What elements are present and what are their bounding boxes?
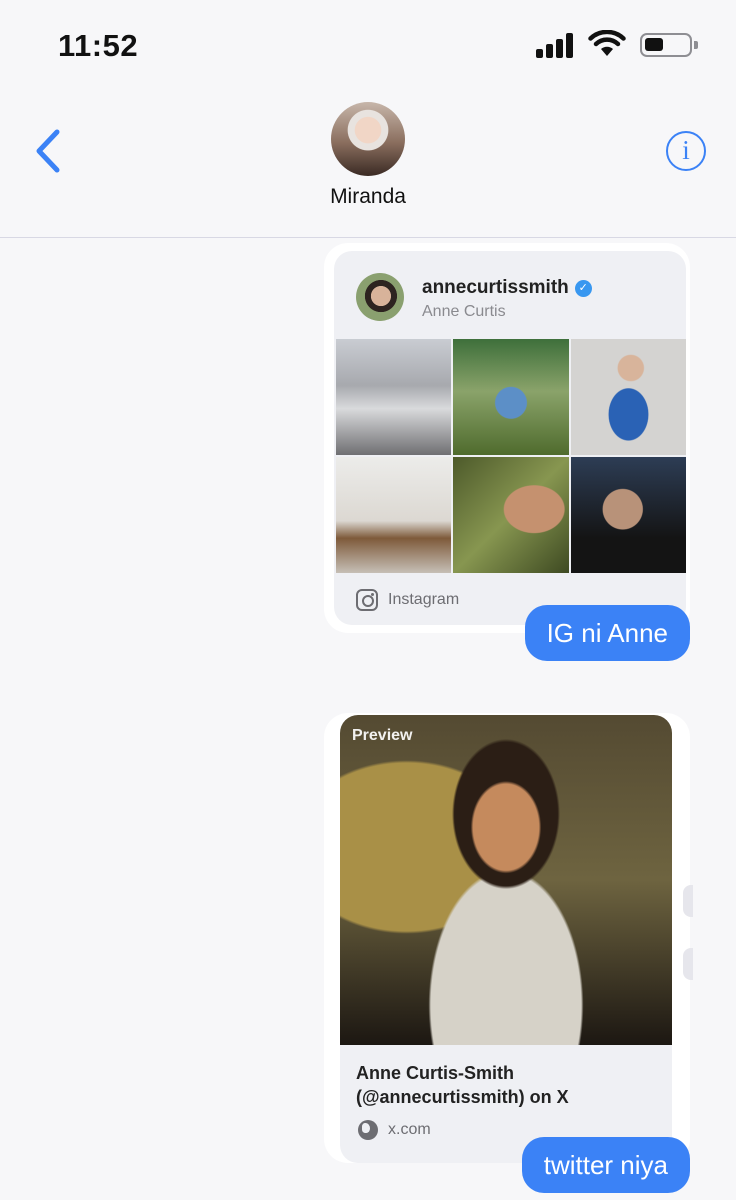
status-bar: 11:52 (0, 0, 736, 90)
link-source-label: x.com (388, 1121, 431, 1138)
x-link-preview[interactable]: Preview Anne Curtis-Smith (@annecurtissm… (324, 713, 690, 1163)
tapback-handle (683, 948, 693, 980)
link-title: Anne Curtis-Smith (@annecurtissmith) on … (356, 1063, 569, 1107)
profile-full-name: Anne Curtis (422, 303, 506, 320)
conversation-header: Miranda i (0, 90, 736, 238)
message-bubble[interactable]: twitter niya (521, 1137, 690, 1193)
preview-image: Preview (340, 715, 672, 1045)
preview-label: Preview (352, 727, 413, 744)
cellular-signal-icon (536, 32, 576, 58)
instagram-icon (356, 589, 378, 611)
back-chevron-icon[interactable] (30, 126, 66, 176)
verified-badge-icon: ✓ (574, 280, 592, 297)
contact-avatar[interactable] (331, 102, 405, 176)
link-source: x.com (358, 1120, 431, 1140)
clock: 11:52 (58, 28, 139, 63)
profile-avatar (356, 273, 404, 321)
info-icon[interactable]: i (666, 131, 706, 171)
link-source: Instagram (356, 589, 459, 611)
wifi-icon (588, 30, 626, 56)
battery-icon (640, 33, 698, 57)
post-thumbnail (336, 457, 452, 573)
contact-name[interactable]: Miranda (0, 185, 736, 209)
post-thumbnail-grid (336, 339, 686, 573)
profile-username: annecurtissmith ✓ (422, 277, 592, 299)
post-thumbnail (570, 457, 686, 573)
post-thumbnail (336, 339, 452, 455)
tapback-handle (683, 885, 693, 917)
globe-icon (358, 1120, 378, 1140)
post-thumbnail (453, 457, 569, 573)
instagram-link-preview[interactable]: annecurtissmith ✓ Anne Curtis Instagram (324, 243, 690, 633)
post-thumbnail (570, 339, 686, 455)
link-source-label: Instagram (388, 591, 460, 608)
message-bubble[interactable]: IG ni Anne (524, 605, 690, 661)
post-thumbnail (453, 339, 569, 455)
